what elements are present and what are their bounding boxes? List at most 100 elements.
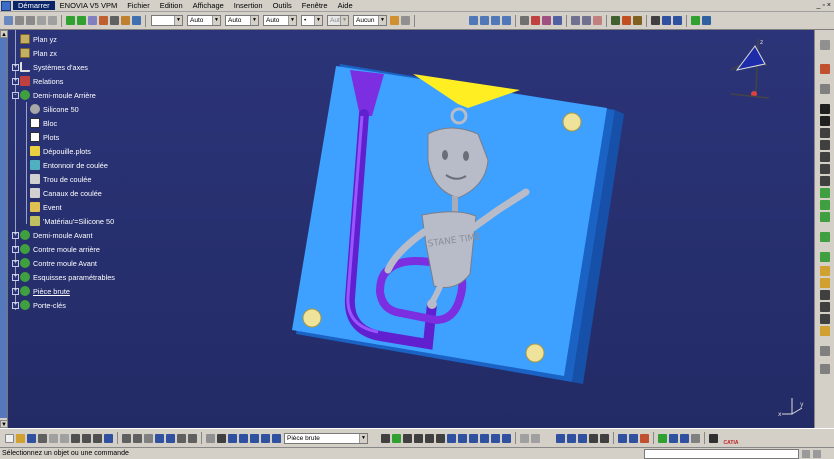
analysis-icon[interactable] — [132, 16, 141, 25]
normal-view-icon[interactable] — [447, 433, 456, 443]
expand-toggle[interactable]: + — [12, 302, 19, 309]
pattern-icon[interactable] — [820, 302, 830, 312]
menu-affichage[interactable]: Affichage — [188, 1, 229, 10]
tree-node-esquisses[interactable]: Esquisses paramétrables — [20, 271, 115, 283]
render-style-icon[interactable] — [542, 16, 551, 25]
tree-node-relations[interactable]: Relations — [20, 75, 63, 87]
redo-icon[interactable] — [93, 433, 102, 443]
copy-icon[interactable] — [60, 433, 69, 443]
tree-node-canaux[interactable]: Canaux de coulée — [30, 187, 102, 199]
catalog-icon[interactable] — [633, 16, 642, 25]
tree-node-trou-de-coulee[interactable]: Trou de coulée — [30, 173, 91, 185]
scroll-up-button[interactable]: ▲ — [0, 30, 8, 38]
menu-fichier[interactable]: Fichier — [122, 1, 155, 10]
open-file-icon[interactable] — [16, 433, 25, 443]
view-normal-icon[interactable] — [502, 16, 511, 25]
symmetry-icon[interactable] — [820, 290, 830, 300]
color-combo[interactable]: ▼ — [151, 15, 183, 26]
thickness-icon[interactable] — [820, 252, 830, 262]
grid-icon[interactable] — [531, 433, 540, 443]
catalog-icon[interactable] — [166, 433, 175, 443]
linetype-combo[interactable]: Auto ▼ — [187, 15, 221, 26]
catia-app-icon[interactable] — [1, 0, 11, 11]
rotate-icon[interactable] — [414, 433, 423, 443]
draft-icon[interactable] — [820, 212, 830, 222]
constraint-icon[interactable] — [121, 16, 130, 25]
save-icon[interactable] — [27, 433, 36, 443]
fly-mode-icon[interactable] — [392, 433, 401, 443]
expand-toggle[interactable]: + — [12, 274, 19, 281]
paste-icon[interactable] — [71, 433, 80, 443]
tree-node-silicone-50[interactable]: Silicone 50 — [30, 103, 79, 115]
new-file-icon[interactable] — [5, 433, 14, 443]
tree-scrollbar[interactable]: ▲ ▼ — [0, 30, 8, 428]
menu-fenetre[interactable]: Fenêtre — [297, 1, 333, 10]
design-table-icon[interactable] — [144, 433, 153, 443]
expand-toggle[interactable]: + — [12, 288, 19, 295]
snap-icon[interactable] — [110, 16, 119, 25]
knowledge-icon[interactable] — [133, 433, 142, 443]
workbench-icon[interactable] — [820, 40, 830, 50]
undo-icon[interactable] — [15, 16, 24, 25]
join-icon[interactable] — [629, 433, 638, 443]
plane-icon[interactable] — [651, 16, 660, 25]
extract-icon[interactable] — [618, 433, 627, 443]
menu-insertion[interactable]: Insertion — [229, 1, 268, 10]
command-input[interactable] — [644, 448, 799, 459]
point-style-combo[interactable]: • ▼ — [301, 15, 323, 26]
measure-icon[interactable] — [177, 433, 186, 443]
boolean-icon[interactable] — [820, 326, 830, 336]
select-icon[interactable] — [4, 16, 13, 25]
tree-node-bloc[interactable]: Bloc — [30, 117, 57, 129]
menu-edition[interactable]: Edition — [155, 1, 188, 10]
tree-node-porte-cles[interactable]: Porte-clés — [20, 299, 66, 311]
point-icon[interactable] — [600, 433, 609, 443]
rib-icon[interactable] — [820, 164, 830, 174]
offset-icon[interactable] — [691, 433, 700, 443]
zoom-out-icon[interactable] — [436, 433, 445, 443]
pad-icon[interactable] — [820, 104, 830, 114]
power-input-icon[interactable] — [813, 449, 821, 458]
copy-icon[interactable] — [48, 16, 57, 25]
multisection-icon[interactable] — [658, 433, 667, 443]
tree-node-demi-moule-avant[interactable]: Demi-moule Avant — [20, 229, 92, 241]
command-list-icon[interactable] — [802, 449, 810, 458]
3d-viewport[interactable]: STANE TIME z x y ▲ ▼ Plan yz Plan zx + S… — [0, 30, 814, 428]
hide-show-icon[interactable] — [520, 16, 529, 25]
line-icon[interactable] — [593, 16, 602, 25]
tree-node-depouille-plots[interactable]: Dépouille.plots — [30, 145, 91, 157]
zoom-in-icon[interactable] — [425, 433, 434, 443]
render-combo[interactable]: Aucun ▼ — [353, 15, 387, 26]
axis-icon[interactable] — [662, 16, 671, 25]
expand-toggle[interactable]: + — [12, 78, 19, 85]
tree-node-event[interactable]: Event — [30, 201, 62, 213]
fix-icon[interactable] — [578, 433, 587, 443]
menu-outils[interactable]: Outils — [268, 1, 297, 10]
stack-icon[interactable] — [261, 433, 270, 443]
lighting-icon[interactable] — [553, 16, 562, 25]
swap-space-icon[interactable] — [502, 433, 511, 443]
compass-widget[interactable]: z — [725, 36, 775, 106]
tree-node-axis-systems[interactable]: Systèmes d'axes — [20, 61, 88, 73]
redo-icon[interactable] — [26, 16, 35, 25]
mirror-icon[interactable] — [250, 433, 259, 443]
properties-icon[interactable] — [401, 16, 410, 25]
slot-icon[interactable] — [820, 176, 830, 186]
tree-node-piece-brute[interactable]: Pièce brute — [20, 285, 70, 297]
point-icon[interactable] — [582, 16, 591, 25]
sketch-analysis-icon[interactable] — [520, 433, 529, 443]
pan-icon[interactable] — [381, 433, 390, 443]
expand-toggle[interactable]: + — [12, 64, 19, 71]
constraints-icon[interactable] — [556, 433, 565, 443]
constraint-icon[interactable] — [820, 364, 830, 374]
scroll-thumb[interactable] — [0, 38, 7, 418]
tree-node-plots[interactable]: Plots — [30, 131, 59, 143]
pocket-icon[interactable] — [820, 116, 830, 126]
menu-aide[interactable]: Aide — [333, 1, 358, 10]
expand-toggle[interactable]: + — [12, 246, 19, 253]
tree-node-materiau-formula[interactable]: 'Matériau'=Silicone 50 — [30, 215, 114, 227]
tree-node-plan-yz[interactable]: Plan yz — [20, 33, 57, 45]
apply-material-icon[interactable] — [622, 16, 631, 25]
restore-button[interactable]: ▫ — [822, 2, 824, 9]
expand-toggle[interactable]: + — [12, 260, 19, 267]
